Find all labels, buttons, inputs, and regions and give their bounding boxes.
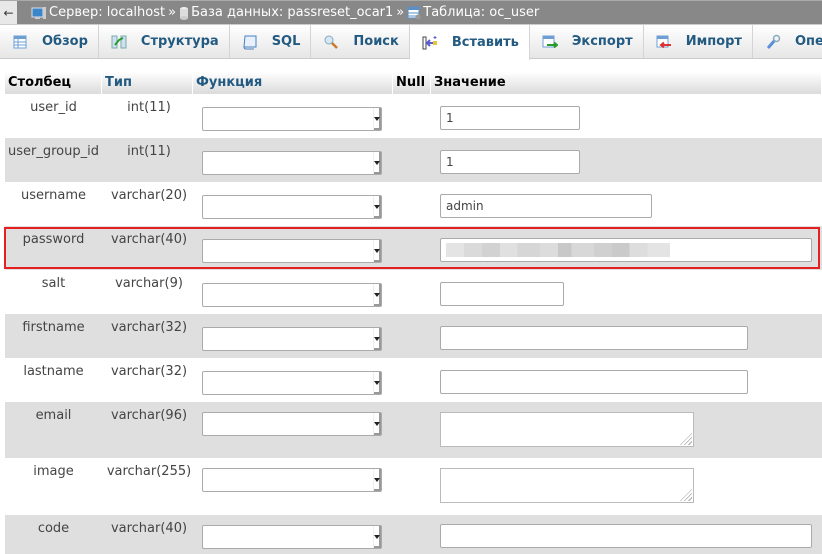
column-name: username [21,188,86,203]
value-input[interactable]: admin [440,194,652,218]
server-icon [31,6,46,19]
column-type: varchar(255) [106,464,192,479]
column-name: code [37,521,70,536]
value-input[interactable] [440,524,812,548]
tab-search[interactable]: Поиск [311,25,410,58]
table-row: firstname varchar(32) [5,314,822,358]
function-select[interactable] [202,151,382,175]
password-value-input[interactable] [440,238,812,262]
header-type[interactable]: Тип [102,71,193,94]
value-input[interactable] [440,370,748,394]
browse-icon [13,35,27,48]
column-name: password [22,232,85,247]
chevron-down-icon [373,469,381,491]
table-row: lastname varchar(32) [5,358,822,402]
column-name: salt [41,276,66,291]
chevron-down-icon [373,108,381,130]
value-input[interactable]: 1 [440,106,580,130]
table-header: Столбец Тип Функция Null Значение [5,71,822,94]
chevron-down-icon [373,372,381,394]
column-type: varchar(32) [110,364,188,379]
table-row: image varchar(255) [5,458,822,515]
database-icon [180,6,189,20]
value-textarea[interactable] [440,468,694,503]
tab-structure[interactable]: Структура [98,25,230,58]
breadcrumb: Сервер: localhost » База данных: passres… [31,5,539,20]
function-select[interactable] [202,468,382,492]
back-button[interactable]: ← [0,1,17,24]
structure-icon [111,35,127,48]
tab-operations[interactable]: Операц [752,25,822,58]
column-type: varchar(40) [110,521,188,536]
column-name: lastname [23,364,84,379]
column-type: varchar(40) [110,232,188,247]
function-select[interactable] [202,283,382,307]
insert-icon [422,35,437,49]
sql-icon [243,35,257,49]
tab-sql[interactable]: SQL [229,25,312,58]
column-type: int(11) [127,100,171,115]
tab-insert[interactable]: Вставить [409,25,530,60]
chevron-down-icon [373,152,381,174]
value-textarea[interactable] [440,412,694,447]
table-row: email varchar(96) [5,402,822,458]
breadcrumb-bar: ← Сервер: localhost » База данных: passr… [0,0,822,24]
chevron-down-icon [373,240,381,262]
tab-browse[interactable]: Обзор [0,25,99,58]
column-name: email [35,408,72,423]
value-input[interactable] [440,326,748,350]
function-select[interactable] [202,525,382,549]
breadcrumb-database[interactable]: База данных: passreset_ocar1 [179,5,393,20]
operations-icon [766,34,781,49]
search-icon [324,35,339,49]
column-type: varchar(96) [110,408,188,423]
column-type: varchar(9) [115,276,183,291]
function-select[interactable] [202,239,382,263]
column-name: image [33,464,74,479]
column-name: firstname [22,320,85,335]
function-select[interactable] [202,107,382,131]
chevron-down-icon [373,196,381,218]
redacted-value [446,243,670,257]
chevron-down-icon [373,328,381,350]
breadcrumb-separator: » [168,5,177,20]
arrow-left-icon: ← [3,5,14,20]
resize-grip-icon[interactable] [680,489,692,501]
table-icon [407,6,421,19]
chevron-down-icon [373,526,381,548]
breadcrumb-server[interactable]: Сервер: localhost [31,5,165,20]
import-icon [656,35,671,48]
breadcrumb-separator: » [396,5,405,20]
column-type: int(11) [127,144,171,159]
chevron-down-icon [373,413,381,435]
function-select[interactable] [202,195,382,219]
chevron-down-icon [373,284,381,306]
value-input[interactable] [440,282,564,306]
table-row-password: password varchar(40) [5,226,822,270]
insert-form-table: Столбец Тип Функция Null Значение user_i… [5,71,822,554]
resize-grip-icon[interactable] [680,433,692,445]
function-select[interactable] [202,371,382,395]
function-select[interactable] [202,327,382,351]
table-row: user_group_id int(11) 1 [5,138,822,182]
tab-bar: Обзор Структура SQL Поиск Вставить Экспо… [0,24,822,60]
header-column: Столбец [5,71,102,94]
breadcrumb-table[interactable]: Таблица: oc_user [407,5,539,20]
table-row: user_id int(11) 1 [5,94,822,138]
function-select[interactable] [202,412,382,436]
column-type: varchar(32) [110,320,188,335]
table-row: code varchar(40) [5,515,822,554]
header-function[interactable]: Функция [193,71,393,94]
export-icon [542,35,558,48]
table-row: salt varchar(9) [5,270,822,314]
header-value: Значение [431,71,822,94]
value-input[interactable]: 1 [440,150,580,174]
header-null: Null [393,71,431,94]
tab-export[interactable]: Экспорт [529,25,644,58]
table-row: username varchar(20) admin [5,182,822,226]
column-type: varchar(20) [110,188,188,203]
column-name: user_group_id [8,144,99,159]
tab-import[interactable]: Импорт [643,25,753,58]
column-name: user_id [30,100,77,115]
